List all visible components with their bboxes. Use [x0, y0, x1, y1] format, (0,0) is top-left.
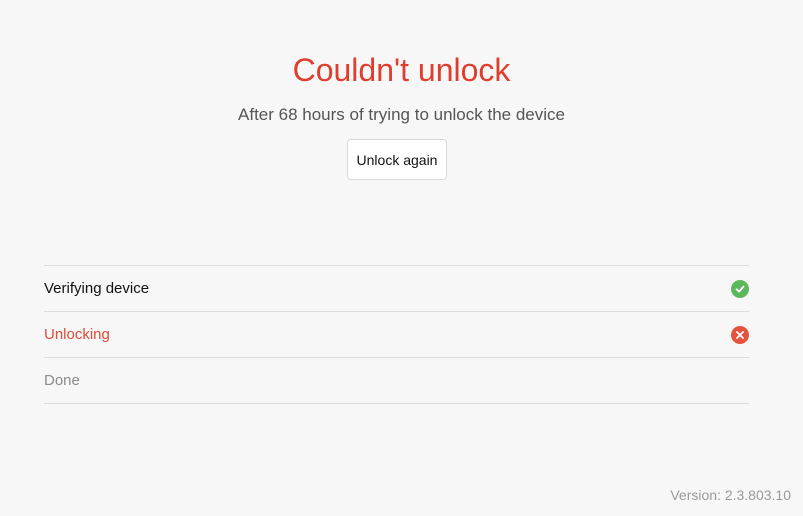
check-circle-icon [731, 279, 749, 298]
version-label: Version: 2.3.803.10 [670, 487, 791, 503]
step-done: Done [44, 358, 749, 404]
step-label: Done [44, 372, 80, 389]
unlock-again-button[interactable]: Unlock again [347, 139, 447, 180]
page-title: Couldn't unlock [292, 52, 511, 88]
step-label: Unlocking [44, 326, 110, 343]
step-label: Verifying device [44, 280, 150, 297]
status-message: After 68 hours of trying to unlock the d… [238, 105, 565, 124]
error-circle-icon [731, 325, 749, 344]
step-verifying-device: Verifying device [44, 266, 749, 312]
progress-steps: Verifying device Unlocking Done [44, 265, 749, 404]
step-unlocking: Unlocking [44, 312, 749, 358]
